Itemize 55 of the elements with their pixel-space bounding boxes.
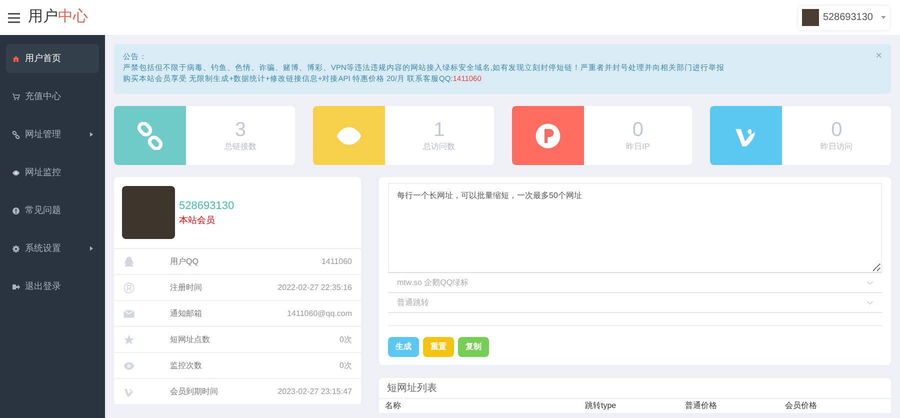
column-header: 跳转type [585, 400, 618, 412]
sidebar-item[interactable]: 系统设置 [6, 234, 99, 263]
chevron-icon [867, 280, 873, 284]
info-label: 用户QQ [170, 256, 198, 268]
exit-icon [12, 282, 20, 290]
info-value: 2023-02-27 23:15:47 [278, 386, 352, 398]
card-title: 短网址列表 [379, 378, 891, 399]
info-value: 1411060 [321, 256, 352, 268]
url-input[interactable]: 每行一个长网址，可以批量缩短，一次最多50个网址 [388, 183, 882, 273]
info-label: 会员到期时间 [170, 386, 218, 398]
info-label: 注册时间 [170, 282, 202, 294]
column-header: 普通价格 [685, 400, 718, 412]
column-header: 名称 [385, 400, 402, 412]
avatar-placeholder [802, 9, 819, 26]
info-value: 0次 [340, 360, 352, 372]
gear-icon [12, 244, 20, 252]
info-value: 1411060@qq.com [287, 308, 352, 320]
sidebar-item[interactable]: 网址管理 [6, 120, 99, 149]
photo-placeholder [122, 186, 175, 239]
star-icon [123, 334, 135, 346]
member-level: 本站会员 [179, 214, 216, 227]
stat-label: 总访问数 [423, 140, 456, 152]
page-title: 用户中心 [28, 7, 88, 28]
stat-label: 昨日IP [626, 140, 650, 152]
sidebar-item[interactable]: 用户首页 [6, 44, 99, 73]
registered-mark-icon [123, 282, 135, 294]
chevron-icon [867, 300, 873, 304]
envelope-icon [123, 308, 135, 320]
menu-icon[interactable] [8, 12, 20, 22]
info-icon [12, 206, 20, 214]
letter-p-icon [534, 122, 562, 150]
penguin-icon [123, 256, 135, 268]
caret-icon [881, 16, 886, 19]
stat-value: 0 [632, 118, 644, 140]
sidebar-item[interactable]: 充值中心 [6, 82, 99, 111]
sidebar-item[interactable]: 常见问题 [6, 196, 99, 225]
stat-value: 0 [831, 118, 842, 140]
info-value: 2022-02-27 22:35:16 [278, 282, 352, 294]
info-label: 监控次数 [170, 360, 202, 372]
stat-value: 1 [434, 118, 445, 140]
cart-icon [12, 92, 20, 100]
stat-value: 3 [234, 118, 246, 140]
stat-label: 总链接数 [224, 140, 256, 152]
info-value: 0次 [340, 334, 352, 346]
column-header: 会员价格 [785, 400, 818, 412]
profile-name: 528693130 [179, 198, 234, 214]
stat-label: 昨日访问 [820, 140, 853, 152]
info-label: 通知邮箱 [170, 308, 202, 320]
info-label: 短网址点数 [170, 334, 210, 346]
house-icon [12, 54, 20, 62]
sidebar-item[interactable]: 退出登录 [6, 272, 99, 301]
user-menu[interactable]: 528693130 [798, 6, 890, 30]
chain-link-icon [136, 122, 164, 150]
chain-link-icon [12, 130, 20, 138]
sidebar-item[interactable]: 网址监控 [6, 158, 99, 187]
